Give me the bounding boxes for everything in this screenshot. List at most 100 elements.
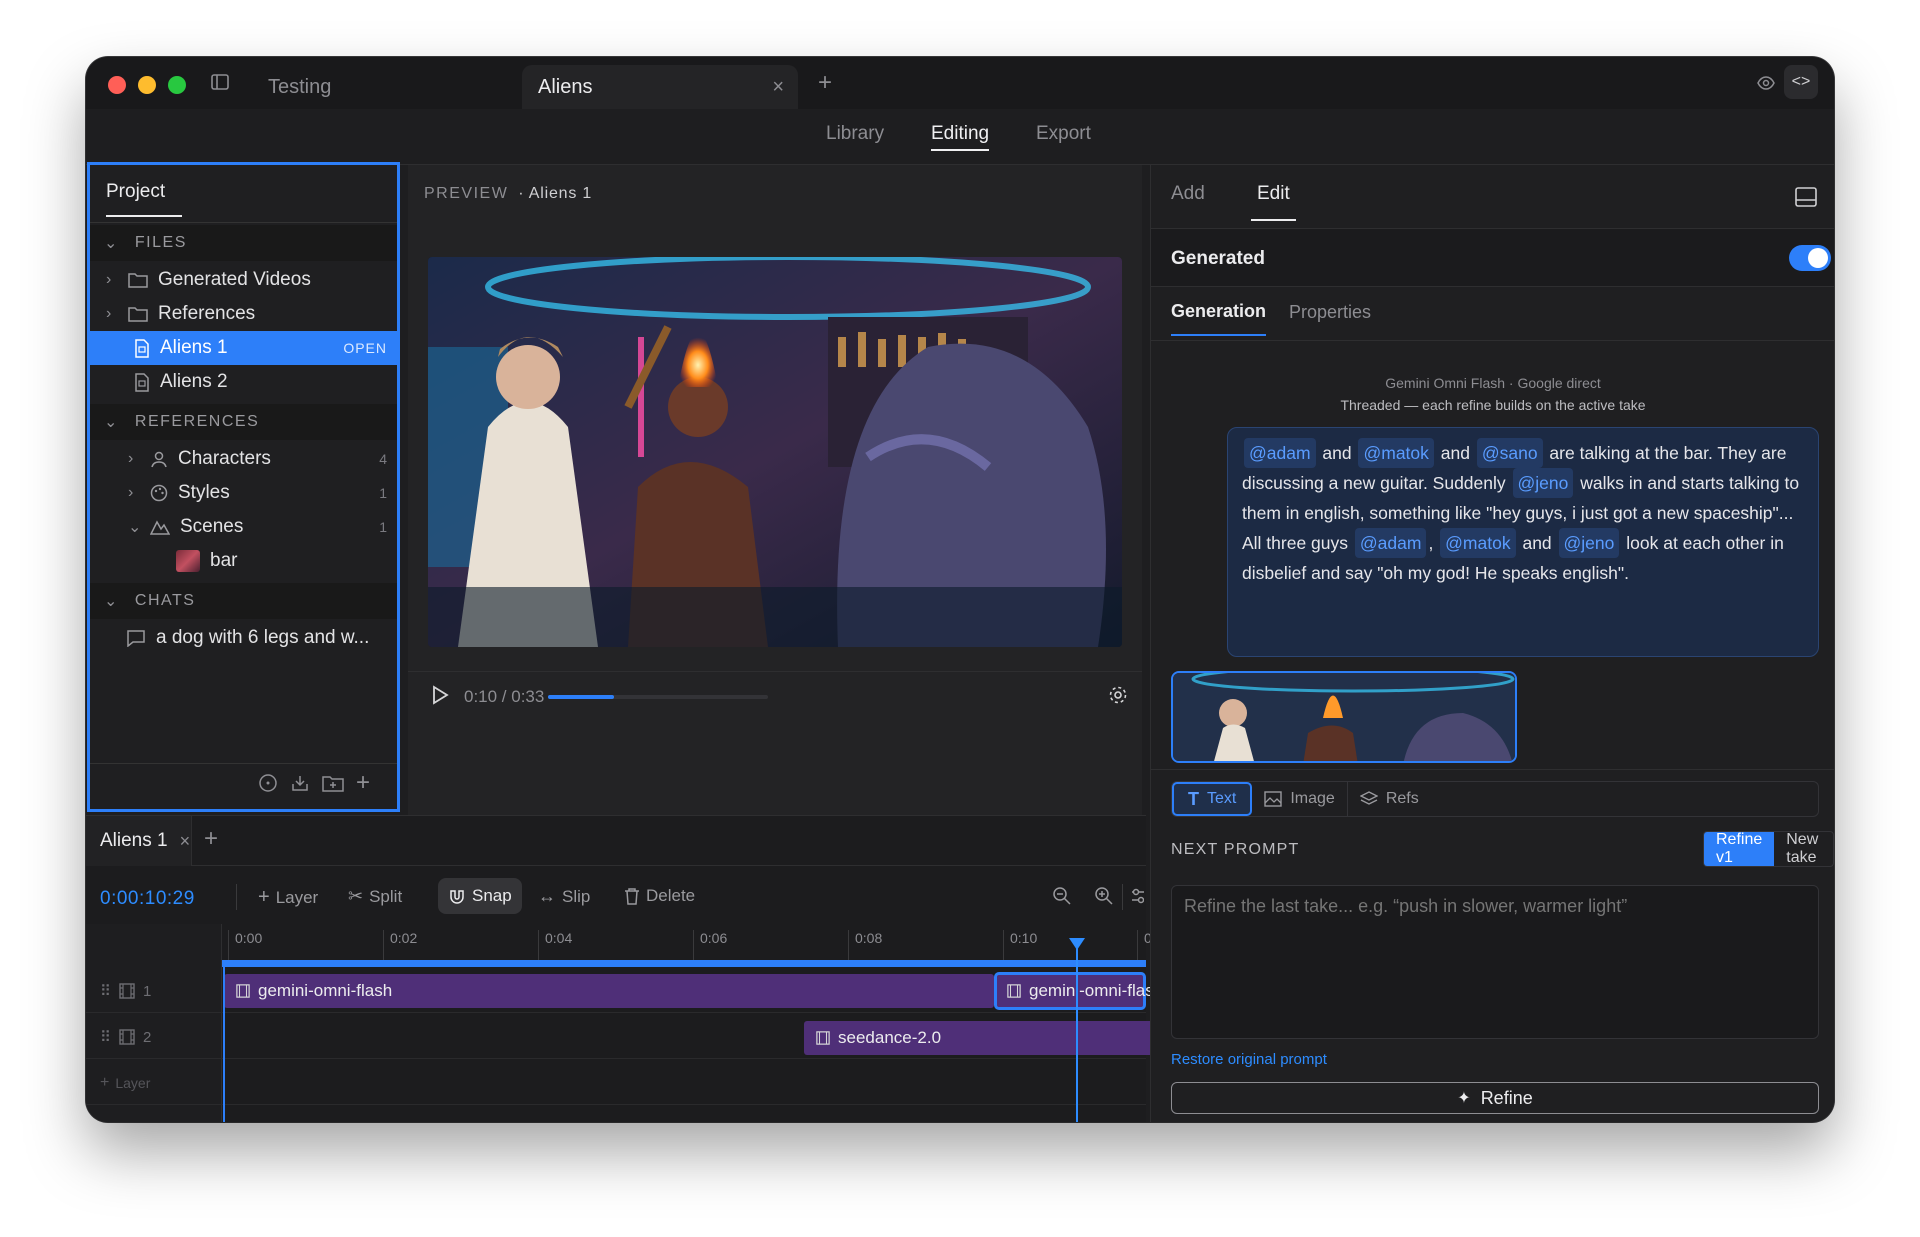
document-icon (134, 338, 150, 358)
delete-button[interactable]: Delete (624, 886, 695, 906)
work-area-bar[interactable] (222, 960, 1146, 967)
nav-library[interactable]: Library (826, 123, 884, 145)
magnet-icon (448, 887, 466, 905)
import-icon[interactable] (290, 773, 310, 793)
mention-chip[interactable]: @jeno (1558, 528, 1620, 558)
drag-handle-icon[interactable]: ⠿ (100, 1028, 111, 1046)
mention-chip[interactable]: @jeno (1512, 468, 1574, 498)
sparkle-icon: ✦ (1457, 1090, 1471, 1107)
eye-icon[interactable] (1756, 73, 1776, 93)
refine-v1-option[interactable]: Refine v1 (1704, 832, 1775, 866)
tab-aliens[interactable]: Aliens × (522, 65, 798, 109)
tree-item-styles[interactable]: › Styles 1 (90, 476, 397, 510)
trash-icon (624, 887, 640, 905)
settings-gear-icon[interactable] (1108, 685, 1128, 705)
new-tab-button[interactable]: + (818, 69, 832, 97)
tab-add[interactable]: Add (1171, 183, 1205, 205)
mention-chip[interactable]: @matok (1440, 528, 1516, 558)
tree-item-characters[interactable]: › Characters 4 (90, 442, 397, 476)
timeline-panel: Aliens 1 × + 0:00:10:29 + Layer ✂ Split Sn… (86, 815, 1190, 1122)
close-tab-icon[interactable]: × (772, 76, 784, 99)
subtab-properties[interactable]: Properties (1289, 302, 1371, 323)
video-frame[interactable] (428, 257, 1122, 647)
tree-item-aliens-2[interactable]: Aliens 2 (90, 365, 397, 399)
tree-item-references[interactable]: › References (90, 297, 397, 331)
ruler-tick: 0:00 (228, 930, 262, 960)
mention-chip[interactable]: @sano (1476, 438, 1543, 468)
zoom-in-icon[interactable] (1094, 886, 1114, 906)
sidebar-toggle-icon[interactable] (210, 72, 230, 92)
add-layer-row[interactable]: + Layer (100, 1074, 150, 1092)
chevron-down-icon: ⌄ (104, 414, 119, 431)
image-icon (1264, 791, 1283, 807)
tree-item-scenes[interactable]: ⌄ Scenes 1 (90, 510, 397, 544)
project-footer-toolbar: + (258, 771, 370, 795)
drag-handle-icon[interactable]: ⠿ (100, 982, 111, 1000)
close-window-button[interactable] (108, 76, 126, 94)
tab-edit[interactable]: Edit (1251, 183, 1296, 221)
mode-tab-image[interactable]: Image (1252, 782, 1348, 816)
timeline-tab-aliens-1[interactable]: Aliens 1 × (86, 816, 192, 866)
model-line: Gemini Omni Flash · Google direct (1385, 375, 1601, 391)
prompt-segment: and (1435, 443, 1475, 463)
restore-original-prompt-link[interactable]: Restore original prompt (1171, 1051, 1327, 1068)
track-header-2[interactable]: ⠿ 2 (100, 1028, 151, 1047)
film-icon (816, 1031, 830, 1045)
close-tab-icon[interactable]: × (180, 831, 191, 852)
files-section-header[interactable]: ⌄ FILES (90, 225, 397, 261)
refine-button[interactable]: ✦ Refine (1171, 1082, 1819, 1114)
track-header-1[interactable]: ⠿ 1 (100, 982, 151, 1001)
next-prompt-input[interactable] (1171, 885, 1819, 1039)
nav-export[interactable]: Export (1036, 123, 1091, 145)
new-folder-icon[interactable] (322, 773, 344, 793)
clip-gemini-omni-flash-1[interactable]: gemini-omni-flash (224, 974, 994, 1008)
open-badge: OPEN (343, 340, 387, 356)
project-title[interactable]: Project (106, 181, 182, 217)
generated-toggle[interactable] (1789, 245, 1831, 271)
chat-bubble-icon (126, 629, 146, 647)
clip-gemini-omni-flash-2[interactable]: gemini-omni-flash (994, 972, 1163, 1010)
sliders-icon[interactable] (1132, 886, 1144, 906)
take-thumbnail[interactable] (1171, 671, 1517, 763)
video-frame-image (428, 257, 1122, 647)
mention-chip[interactable]: @adam (1244, 438, 1316, 468)
snap-button[interactable]: Snap (438, 878, 522, 914)
time-ruler[interactable]: 0:00 0:02 0:04 0:06 0:08 0:10 0:12 (222, 924, 1171, 960)
film-icon (119, 1029, 135, 1045)
thread-line: Threaded — each refine builds on the act… (1340, 397, 1646, 413)
mention-chip[interactable]: @matok (1358, 438, 1434, 468)
tree-item-bar[interactable]: bar (90, 544, 397, 578)
mode-tab-refs[interactable]: Refs (1348, 782, 1431, 816)
circle-icon[interactable] (258, 773, 278, 793)
slip-button[interactable]: ↔ Slip (538, 886, 590, 907)
split-button[interactable]: ✂ Split (348, 886, 402, 907)
plus-icon: + (258, 886, 270, 908)
tab-testing[interactable]: Testing (256, 65, 506, 109)
mention-chip[interactable]: @adam (1354, 528, 1427, 558)
tree-item-generated-videos[interactable]: › Generated Videos (90, 263, 397, 297)
playback-progress[interactable] (548, 695, 768, 699)
add-icon[interactable]: + (356, 771, 370, 795)
tree-item-aliens-1[interactable]: Aliens 1 OPEN (90, 331, 397, 365)
prompt-segment: and (1317, 443, 1357, 463)
panel-layout-icon[interactable] (1795, 187, 1817, 207)
maximize-window-button[interactable] (168, 76, 186, 94)
nav-editing[interactable]: Editing (931, 123, 990, 151)
chats-section-header[interactable]: ⌄ CHATS (90, 583, 397, 619)
play-icon[interactable] (430, 685, 450, 705)
chevron-right-icon: › (128, 450, 134, 467)
add-layer-button[interactable]: + Layer (258, 886, 318, 909)
chat-item[interactable]: a dog with 6 legs and w... (90, 621, 397, 655)
mode-tab-text[interactable]: T Text (1172, 782, 1253, 816)
zoom-out-icon[interactable] (1052, 886, 1072, 906)
code-view-icon[interactable]: <> (1784, 65, 1818, 99)
clip-seedance[interactable]: seedance-2.0 (804, 1021, 1190, 1055)
add-timeline-tab-button[interactable]: + (204, 825, 218, 853)
references-section-header[interactable]: ⌄ REFERENCES (90, 404, 397, 440)
new-take-option[interactable]: New take (1774, 832, 1833, 866)
generated-label: Generated (1171, 248, 1265, 269)
playhead[interactable] (1076, 946, 1078, 1122)
minimize-window-button[interactable] (138, 76, 156, 94)
subtab-generation[interactable]: Generation (1171, 301, 1267, 336)
prompt-bubble[interactable]: @adam and @matok and @sano are talking a… (1227, 427, 1819, 657)
